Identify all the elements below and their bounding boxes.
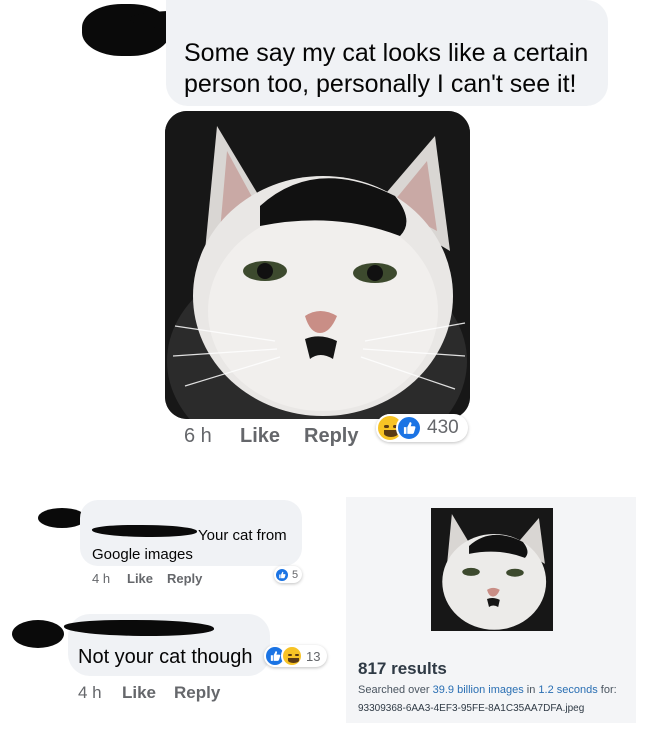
post-comment-text-line1: Some say my cat looks like a certain — [184, 39, 589, 67]
results-count: 817 results — [358, 659, 447, 678]
search-filename: 93309368-6AA3-4EF3-95FE-8A1C35AA7DFA.jpe… — [358, 703, 585, 714]
search-summary: Searched over 39.9 billion images in 1.2… — [358, 684, 617, 696]
reply1-reaction-count: 5 — [292, 568, 299, 581]
redacted-avatar-1 — [38, 508, 86, 528]
reply1-like-button[interactable]: Like — [127, 571, 153, 586]
cat-photo-image — [165, 111, 470, 419]
reply1-reactions[interactable]: 5 — [274, 566, 302, 583]
like-reaction-icon — [274, 566, 290, 583]
search-thumbnail-image — [431, 508, 553, 631]
post-reply-button[interactable]: Reply — [304, 425, 358, 448]
search-summary-mid: in — [523, 684, 539, 696]
reply2-text: Not your cat though — [78, 646, 253, 668]
post-reactions[interactable]: 430 — [376, 414, 468, 442]
search-summary-suffix: for: — [597, 684, 617, 696]
haha-reaction-icon — [281, 645, 303, 667]
reply1-reply-button[interactable]: Reply — [167, 571, 202, 586]
reply1-text-line1: Your cat from — [198, 527, 287, 544]
reply2-reactions[interactable]: 13 — [264, 645, 327, 667]
reply2-time: 4 h — [78, 683, 102, 702]
search-duration: 1.2 seconds — [538, 684, 598, 696]
search-thumbnail[interactable] — [431, 508, 553, 631]
post-reaction-count: 430 — [427, 417, 459, 438]
reply2-reaction-count: 13 — [306, 648, 321, 664]
reply1-time: 4 h — [92, 571, 111, 586]
post-like-button[interactable]: Like — [240, 425, 280, 448]
cat-photo[interactable] — [165, 111, 470, 419]
reply2-reply-button[interactable]: Reply — [174, 683, 220, 703]
reply2-like-button[interactable]: Like — [122, 683, 156, 703]
redacted-avatar-2 — [12, 620, 64, 648]
post-comment-text-line2: person too, personally I can't see it! — [184, 70, 577, 98]
post-time: 6 h — [184, 425, 212, 447]
like-reaction-icon — [396, 415, 422, 441]
search-summary-prefix: Searched over — [358, 684, 433, 696]
reply1-text-line2: Google images — [92, 546, 193, 563]
search-image-count[interactable]: 39.9 billion images — [433, 684, 524, 696]
